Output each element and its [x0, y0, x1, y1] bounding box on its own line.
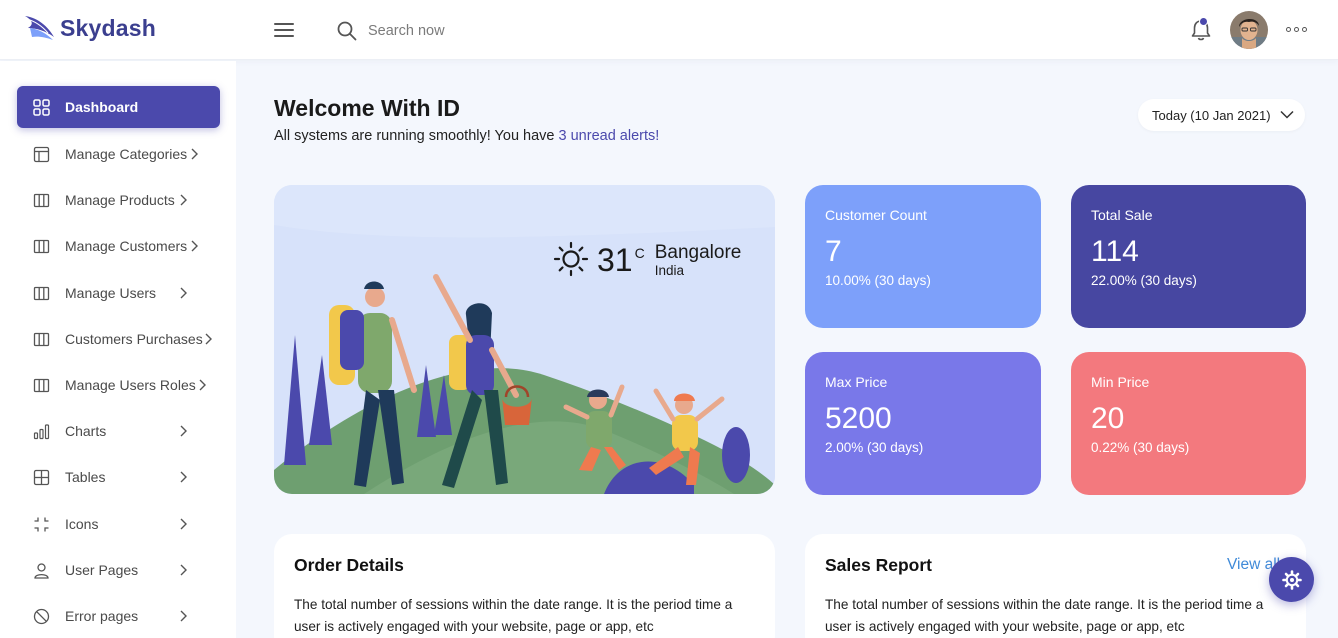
sidebar-item-label: Customers Purchases — [65, 331, 203, 347]
columns-icon — [33, 239, 50, 253]
weather-info: 31 C Bangalore India — [553, 241, 741, 279]
chevron-down-icon — [1280, 110, 1294, 119]
sidebar-item-label: Error pages — [65, 608, 139, 624]
layout-icon — [33, 146, 50, 162]
stat-delta: 0.22% (30 days) — [1091, 440, 1190, 455]
page-subtitle: All systems are running smoothly! You ha… — [274, 128, 659, 144]
country-name: India — [654, 263, 684, 278]
stat-delta: 22.00% (30 days) — [1091, 273, 1197, 288]
top-navbar: Skydash — [0, 0, 1338, 60]
sidebar-item-label: Dashboard — [65, 99, 139, 115]
settings-button[interactable] — [1269, 557, 1314, 602]
order-details-panel: Order Details The total number of sessio… — [274, 534, 775, 638]
weather-card: 31 C Bangalore India — [274, 185, 775, 494]
sidebar-item-label: Manage Products — [65, 192, 175, 208]
stat-value: 7 — [825, 235, 842, 268]
location: Bangalore India — [654, 242, 742, 279]
stat-value: 20 — [1091, 402, 1125, 435]
panel-title: Sales Report — [825, 555, 932, 575]
sidebar-item-manage-customers[interactable]: Manage Customers — [17, 225, 220, 267]
menu-icon[interactable] — [274, 23, 294, 39]
sidebar-item-tables[interactable]: Tables — [17, 456, 220, 498]
hikers-illustration — [274, 185, 775, 494]
chevron-right-icon — [191, 148, 198, 160]
stat-label: Customer Count — [825, 207, 927, 223]
sidebar-item-manage-categories[interactable]: Manage Categories — [17, 133, 220, 175]
avatar[interactable] — [1230, 11, 1268, 49]
logo-icon — [25, 16, 54, 40]
columns-icon — [33, 286, 50, 300]
sidebar: Dashboard Manage Categories Manage Produ… — [0, 61, 236, 638]
stat-label: Total Sale — [1091, 207, 1153, 223]
panel-text: The total number of sessions within the … — [825, 597, 1264, 634]
search-icon[interactable] — [337, 21, 357, 41]
ban-icon — [33, 608, 50, 624]
sidebar-item-charts[interactable]: Charts — [17, 410, 220, 452]
sidebar-item-label: Manage Customers — [65, 238, 188, 254]
page-title: Welcome With ID — [274, 95, 460, 121]
user-icon — [34, 562, 49, 579]
search-input[interactable] — [368, 19, 628, 43]
temperature-unit: C — [634, 245, 645, 261]
brand[interactable]: Skydash — [24, 13, 156, 43]
date-label: Today (10 Jan 2021) — [1152, 107, 1271, 123]
panel-text: The total number of sessions within the … — [294, 597, 733, 634]
temperature-value: 31 — [597, 242, 633, 278]
columns-icon — [33, 193, 50, 207]
date-dropdown[interactable]: Today (10 Jan 2021) — [1138, 99, 1305, 131]
sidebar-item-customers-purchases[interactable]: Customers Purchases — [17, 318, 220, 360]
stat-label: Min Price — [1091, 374, 1150, 390]
sidebar-item-label: Charts — [65, 423, 107, 439]
chevron-right-icon — [180, 471, 187, 483]
sidebar-item-icons[interactable]: Icons — [17, 503, 220, 545]
sun-icon — [553, 241, 589, 277]
sidebar-item-label: Tables — [65, 469, 106, 485]
sidebar-item-label: Icons — [65, 516, 99, 532]
grid-icon — [33, 98, 50, 116]
sidebar-item-manage-users[interactable]: Manage Users — [17, 272, 220, 314]
sidebar-item-label: User Pages — [65, 562, 139, 578]
stat-card-max-price[interactable]: Max Price 5200 2.00% (30 days) — [805, 352, 1041, 495]
notification-badge — [1199, 17, 1208, 26]
panel-title: Order Details — [294, 555, 404, 575]
columns-icon — [33, 332, 50, 346]
chevron-right-icon — [191, 240, 198, 252]
corners-icon — [34, 517, 49, 531]
stat-delta: 10.00% (30 days) — [825, 273, 931, 288]
stat-card-customer-count[interactable]: Customer Count 7 10.00% (30 days) — [805, 185, 1041, 328]
stat-delta: 2.00% (30 days) — [825, 440, 924, 455]
sidebar-item-error-pages[interactable]: Error pages — [17, 595, 220, 637]
chevron-right-icon — [180, 287, 187, 299]
chevron-right-icon — [180, 610, 187, 622]
sales-report-panel: Sales Report View all The total number o… — [805, 534, 1306, 638]
table-icon — [33, 469, 50, 485]
sidebar-item-manage-users-roles[interactable]: Manage Users Roles — [17, 364, 220, 406]
city-name: Bangalore — [654, 242, 742, 263]
stat-label: Max Price — [825, 374, 888, 390]
chevron-right-icon — [180, 425, 187, 437]
stat-value: 5200 — [825, 402, 892, 435]
sidebar-item-label: Manage Users — [65, 285, 157, 301]
chevron-right-icon — [199, 379, 206, 391]
gear-icon — [1281, 569, 1302, 590]
sidebar-item-manage-products[interactable]: Manage Products — [17, 179, 220, 221]
chevron-right-icon — [180, 564, 187, 576]
chevron-right-icon — [205, 333, 212, 345]
sidebar-item-user-pages[interactable]: User Pages — [17, 549, 220, 591]
chevron-right-icon — [180, 518, 187, 530]
unread-alerts-link[interactable]: 3 unread alerts! — [559, 128, 660, 144]
subtitle-text: All systems are running smoothly! You ha… — [274, 128, 559, 144]
stat-value: 114 — [1091, 235, 1139, 268]
brand-name: Skydash — [60, 14, 157, 41]
sidebar-item-label: Manage Users Roles — [65, 377, 196, 393]
stat-card-min-price[interactable]: Min Price 20 0.22% (30 days) — [1071, 352, 1306, 495]
sidebar-item-dashboard[interactable]: Dashboard — [17, 86, 220, 128]
sidebar-item-label: Manage Categories — [65, 146, 188, 162]
stat-card-total-sale[interactable]: Total Sale 114 22.00% (30 days) — [1071, 185, 1306, 328]
columns-icon — [33, 378, 50, 392]
more-icon[interactable] — [1286, 27, 1307, 32]
bar-chart-icon — [33, 423, 50, 439]
chevron-right-icon — [180, 194, 187, 206]
